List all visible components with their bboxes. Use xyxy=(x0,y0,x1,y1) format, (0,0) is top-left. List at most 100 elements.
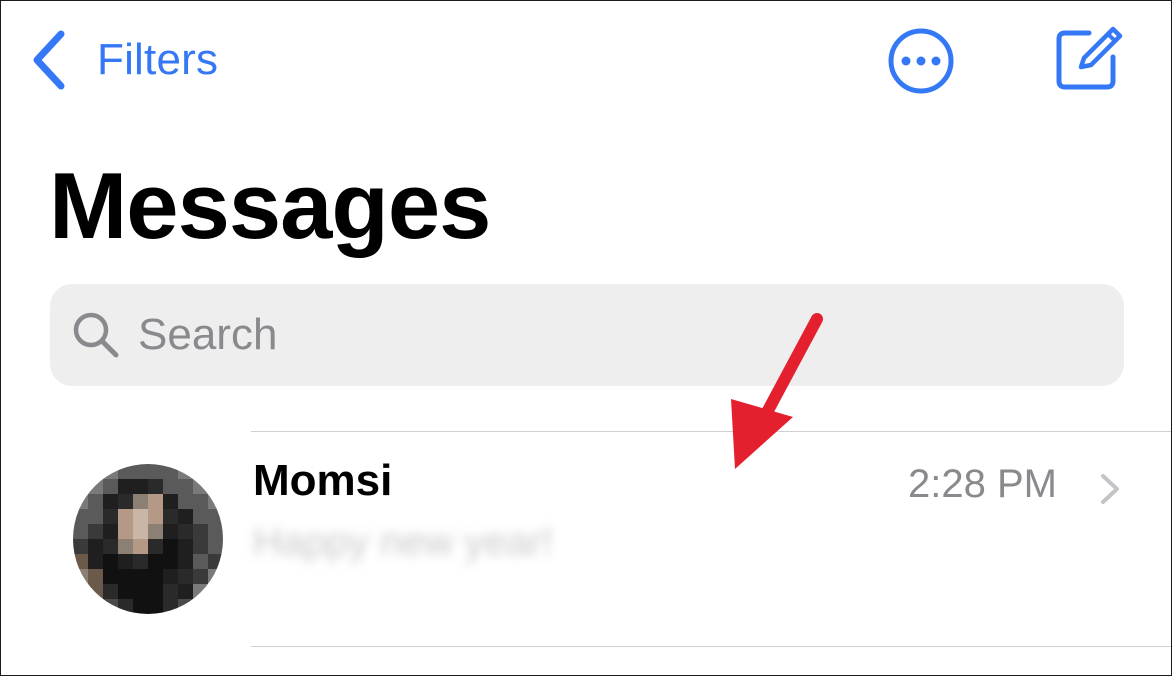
avatar-pixel xyxy=(133,494,148,509)
avatar-pixel xyxy=(133,569,148,584)
avatar-pixel xyxy=(208,569,223,584)
avatar-pixel xyxy=(73,479,88,494)
avatar-pixel xyxy=(133,539,148,554)
back-button-label: Filters xyxy=(97,35,219,84)
avatar-pixel xyxy=(133,509,148,524)
avatar-pixel xyxy=(73,464,88,479)
avatar-pixel xyxy=(148,584,163,599)
avatar-pixel xyxy=(73,494,88,509)
avatar-pixel xyxy=(118,509,133,524)
avatar-pixel xyxy=(178,524,193,539)
ellipsis-circle-icon xyxy=(888,28,954,94)
avatar-pixel xyxy=(103,584,118,599)
avatar-pixel xyxy=(193,554,208,569)
message-preview: Happy new year! xyxy=(253,520,554,564)
avatar-pixel xyxy=(208,524,223,539)
avatar-pixel xyxy=(103,599,118,614)
avatar-pixel xyxy=(193,584,208,599)
avatar-pixel xyxy=(103,494,118,509)
avatar-pixel xyxy=(163,494,178,509)
avatar-pixel xyxy=(148,524,163,539)
avatar-pixel xyxy=(163,509,178,524)
page-title: Messages xyxy=(49,153,491,258)
compose-icon xyxy=(1056,26,1123,90)
avatar-pixel xyxy=(178,509,193,524)
avatar-pixel xyxy=(88,479,103,494)
avatar-pixel xyxy=(118,584,133,599)
avatar-pixel xyxy=(88,539,103,554)
avatar-pixel xyxy=(133,524,148,539)
avatar-pixel xyxy=(163,479,178,494)
avatar-pixel xyxy=(193,539,208,554)
avatar-pixel xyxy=(208,509,223,524)
avatar-pixel xyxy=(193,509,208,524)
avatar-pixel xyxy=(193,479,208,494)
messages-screen: Filters Messages Momsi 2:28 xyxy=(0,0,1172,676)
search-bar[interactable] xyxy=(50,284,1124,386)
avatar-pixel xyxy=(148,569,163,584)
avatar-pixel xyxy=(133,479,148,494)
avatar-pixel xyxy=(208,554,223,569)
avatar-pixel xyxy=(208,479,223,494)
avatar-pixel xyxy=(103,479,118,494)
avatar-pixel xyxy=(178,569,193,584)
search-icon xyxy=(70,309,122,361)
search-input[interactable] xyxy=(136,309,1040,361)
avatar-pixel xyxy=(88,494,103,509)
avatar-pixel xyxy=(88,584,103,599)
avatar-pixel xyxy=(178,599,193,614)
avatar-pixel xyxy=(193,494,208,509)
avatar-pixel xyxy=(193,464,208,479)
avatar-pixel xyxy=(163,539,178,554)
avatar-pixel xyxy=(208,599,223,614)
avatar-pixel xyxy=(133,599,148,614)
avatar-pixel xyxy=(118,524,133,539)
avatar-pixel xyxy=(148,464,163,479)
more-options-button[interactable] xyxy=(885,27,957,95)
avatar-pixel xyxy=(148,509,163,524)
avatar-pixel xyxy=(118,494,133,509)
avatar-pixel xyxy=(73,599,88,614)
avatar-pixel xyxy=(73,569,88,584)
avatar-pixel xyxy=(163,524,178,539)
avatar-pixel xyxy=(73,524,88,539)
avatar-pixel xyxy=(73,554,88,569)
avatar-pixel xyxy=(178,464,193,479)
avatar-pixel xyxy=(103,509,118,524)
avatar-pixel xyxy=(88,464,103,479)
avatar-pixel xyxy=(118,539,133,554)
avatar-pixel xyxy=(73,539,88,554)
message-time: 2:28 PM xyxy=(908,462,1057,506)
chevron-right-icon xyxy=(1101,474,1119,504)
avatar-pixel xyxy=(163,464,178,479)
avatar-pixel xyxy=(88,599,103,614)
avatar-pixel xyxy=(208,464,223,479)
avatar-pixel xyxy=(148,494,163,509)
avatar-pixel xyxy=(118,599,133,614)
back-button[interactable]: Filters xyxy=(29,25,218,95)
avatar-pixel xyxy=(178,554,193,569)
avatar-pixel xyxy=(118,464,133,479)
avatar-pixel xyxy=(103,464,118,479)
avatar-pixel xyxy=(118,554,133,569)
compose-button[interactable] xyxy=(1053,25,1125,93)
avatar-pixel xyxy=(73,584,88,599)
conversation-row[interactable]: Momsi 2:28 PM Happy new year! xyxy=(1,432,1171,646)
avatar-pixel xyxy=(208,584,223,599)
avatar-pixel xyxy=(178,539,193,554)
avatar-pixel xyxy=(163,554,178,569)
avatar xyxy=(73,464,223,614)
avatar-pixel xyxy=(133,584,148,599)
chevron-left-icon xyxy=(33,30,65,90)
avatar-pixel xyxy=(118,479,133,494)
avatar-pixel xyxy=(178,479,193,494)
avatar-pixel xyxy=(88,509,103,524)
avatar-pixel xyxy=(88,554,103,569)
avatar-pixel xyxy=(88,569,103,584)
avatar-pixel xyxy=(178,584,193,599)
avatar-pixel xyxy=(148,539,163,554)
avatar-pixel xyxy=(73,509,88,524)
avatar-pixel xyxy=(133,554,148,569)
avatar-pixel xyxy=(133,464,148,479)
avatar-pixel xyxy=(163,584,178,599)
